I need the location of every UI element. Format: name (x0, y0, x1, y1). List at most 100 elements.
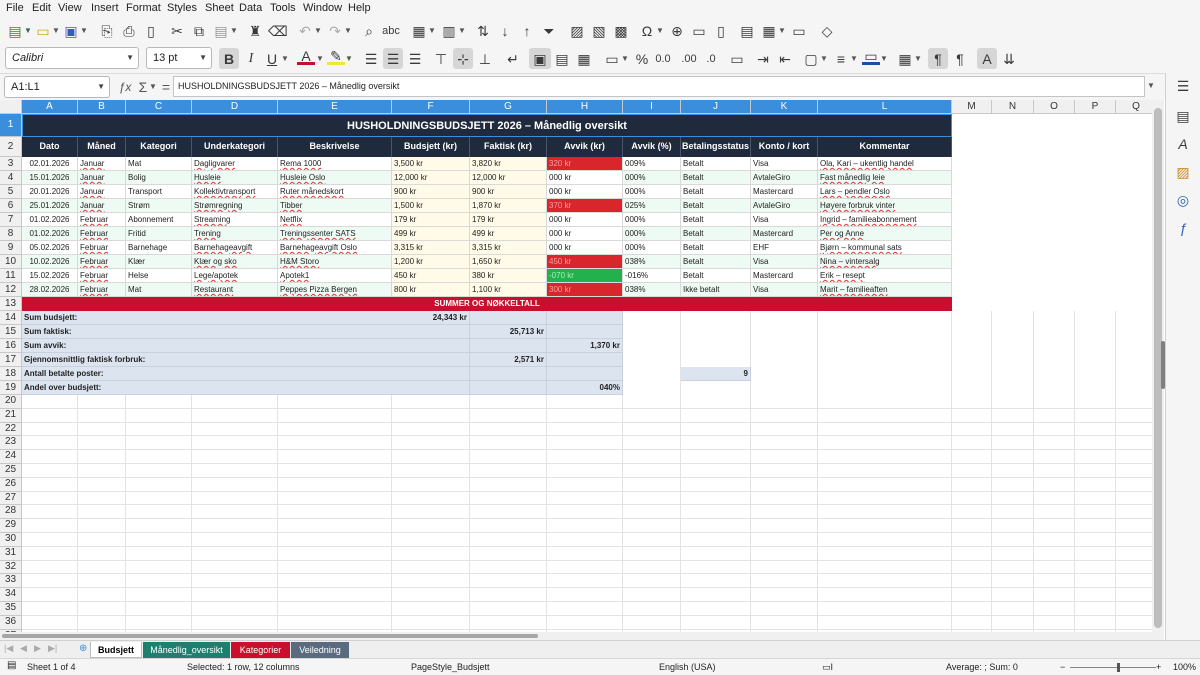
cell-c3[interactable]: Mat (126, 157, 192, 171)
font-name-combo[interactable]: Calibri ▼ (5, 47, 139, 69)
borders-icon[interactable]: ▢ (802, 50, 820, 68)
column-header-g[interactable]: G (470, 100, 547, 114)
empty-row[interactable] (22, 574, 1152, 589)
column-title-k[interactable]: Konto / kort (751, 137, 818, 157)
sort-ascending-icon[interactable]: ↓ (496, 22, 514, 40)
merge-center-icon[interactable]: ▣ (531, 50, 549, 68)
cell-f6[interactable]: 1,500 kr (392, 199, 470, 213)
row-header-35[interactable]: 35 (0, 602, 22, 616)
row-header-13[interactable]: 13 (0, 297, 22, 311)
cell-l5[interactable]: Lars – pendler Oslo (818, 185, 952, 199)
column-title-e[interactable]: Beskrivelse (278, 137, 392, 157)
summary-label[interactable]: Andel over budsjett: (22, 381, 392, 395)
cell-c7[interactable]: Abonnement (126, 213, 192, 227)
chevron-down-icon[interactable]: ▼ (314, 22, 322, 40)
chevron-down-icon[interactable]: ▼ (820, 50, 828, 68)
save-icon[interactable]: ▣ (62, 22, 80, 40)
spelling-icon[interactable]: abc (382, 22, 400, 40)
cell-l6[interactable]: Høyere forbruk vinter (818, 199, 952, 213)
cell-k3[interactable]: Visa (751, 157, 818, 171)
chevron-down-icon[interactable]: ▼ (778, 22, 786, 40)
horizontal-scroll-thumb[interactable] (2, 634, 538, 638)
name-box[interactable]: A1:L1 ▼ (4, 76, 110, 98)
summary-empty-cell[interactable] (547, 367, 623, 381)
cell-h8[interactable]: 000 kr (547, 227, 623, 241)
formula-input[interactable]: HUSHOLDNINGSBUDSJETT 2026 – Månedlig ove… (173, 76, 1145, 97)
column-title-j[interactable]: Betalingsstatus (681, 137, 751, 157)
menu-format[interactable]: Format (126, 2, 161, 14)
row-header-8[interactable]: 8 (0, 227, 22, 241)
merge-cells-icon[interactable]: ▤ (553, 50, 571, 68)
column-title-c[interactable]: Kategori (126, 137, 192, 157)
cell-f5[interactable]: 900 kr (392, 185, 470, 199)
row-header-30[interactable]: 30 (0, 533, 22, 547)
cell-l3[interactable]: Ola, Kari – ukentlig handel (818, 157, 952, 171)
properties-icon[interactable]: ▤ (1174, 107, 1192, 125)
chevron-down-icon[interactable]: ▼ (914, 50, 922, 68)
cell-b7[interactable]: Februar (78, 213, 126, 227)
cell-i11[interactable]: -016% (623, 269, 681, 283)
summary-value[interactable]: 24,343 kr (392, 311, 470, 325)
column-icon[interactable]: ▥ (440, 22, 458, 40)
menu-tools[interactable]: Tools (270, 2, 296, 14)
column-header-n[interactable]: N (992, 100, 1034, 114)
function-wizard-icon[interactable]: ƒx (116, 78, 134, 96)
empty-row[interactable] (22, 395, 1152, 409)
cell-h7[interactable]: 000 kr (547, 213, 623, 227)
cell-b4[interactable]: Januar (78, 171, 126, 185)
cell-c9[interactable]: Barnehage (126, 241, 192, 255)
empty-row[interactable] (22, 561, 1152, 575)
empty-row[interactable] (22, 492, 1152, 506)
cell-h10[interactable]: 450 kr (547, 255, 623, 269)
cell-g4[interactable]: 12,000 kr (470, 171, 547, 185)
summary-empty-cell[interactable] (470, 367, 547, 381)
selection-mode-icon[interactable]: ▭I (822, 662, 833, 673)
cell-l11[interactable]: Erik – resept (818, 269, 952, 283)
chevron-down-icon[interactable]: ▼ (656, 22, 664, 40)
cell-k9[interactable]: EHF (751, 241, 818, 255)
tab-kategorier[interactable]: Kategorier (231, 642, 290, 658)
add-sheet-icon[interactable]: ⊕ (79, 643, 87, 654)
cell-c11[interactable]: Helse (126, 269, 192, 283)
cell-e8[interactable]: Treningssenter SATS (278, 227, 392, 241)
chevron-down-icon[interactable]: ▼ (52, 22, 60, 40)
styles-icon[interactable]: A (1174, 135, 1192, 153)
clone-formatting-icon[interactable]: ♜ (246, 22, 264, 40)
chevron-down-icon[interactable]: ▼ (24, 22, 32, 40)
cell-e6[interactable]: Tibber (278, 199, 392, 213)
cell-j9[interactable]: Betalt (681, 241, 751, 255)
empty-row[interactable] (22, 436, 1152, 451)
cell-d9[interactable]: Barnehageavgift (192, 241, 278, 255)
empty-row[interactable] (22, 602, 1152, 616)
empty-row[interactable] (22, 547, 1152, 561)
column-header-p[interactable]: P (1075, 100, 1116, 114)
cell-l10[interactable]: Nina – vintersalg (818, 255, 952, 269)
row-header-17[interactable]: 17 (0, 353, 22, 367)
column-header-e[interactable]: E (278, 100, 392, 114)
cell-h11[interactable]: -070 kr (547, 269, 623, 283)
cell-a6[interactable]: 25.01.2026 (22, 199, 78, 213)
cell-l9[interactable]: Bjørn – kommunal sats (818, 241, 952, 255)
cell-f8[interactable]: 499 kr (392, 227, 470, 241)
currency-format-icon[interactable]: ▭ (603, 50, 621, 68)
summary-empty-cell[interactable] (547, 353, 623, 367)
chevron-down-icon[interactable]: ▼ (149, 78, 157, 96)
row-header-3[interactable]: 3 (0, 157, 22, 171)
page-style[interactable]: PageStyle_Budsjett (411, 662, 490, 672)
cell-g8[interactable]: 499 kr (470, 227, 547, 241)
cell-h3[interactable]: 320 kr (547, 157, 623, 171)
row-header-27[interactable]: 27 (0, 491, 22, 506)
cell-b10[interactable]: Februar (78, 255, 126, 269)
autofilter-icon[interactable]: ⏷ (540, 22, 558, 40)
sort-icon[interactable]: ⇅ (474, 22, 492, 40)
column-header-o[interactable]: O (1034, 100, 1075, 114)
show-draw-functions-icon[interactable]: ◇ (818, 22, 836, 40)
cell-k12[interactable]: Visa (751, 283, 818, 297)
chevron-down-icon[interactable]: ▼ (850, 50, 858, 68)
insert-image-icon[interactable]: ▨ (568, 22, 586, 40)
column-header-b[interactable]: B (78, 100, 126, 114)
cell-a5[interactable]: 20.01.2026 (22, 185, 78, 199)
empty-row[interactable] (22, 478, 1152, 492)
cell-b8[interactable]: Februar (78, 227, 126, 241)
next-sheet-icon[interactable]: ▶ (34, 643, 41, 654)
